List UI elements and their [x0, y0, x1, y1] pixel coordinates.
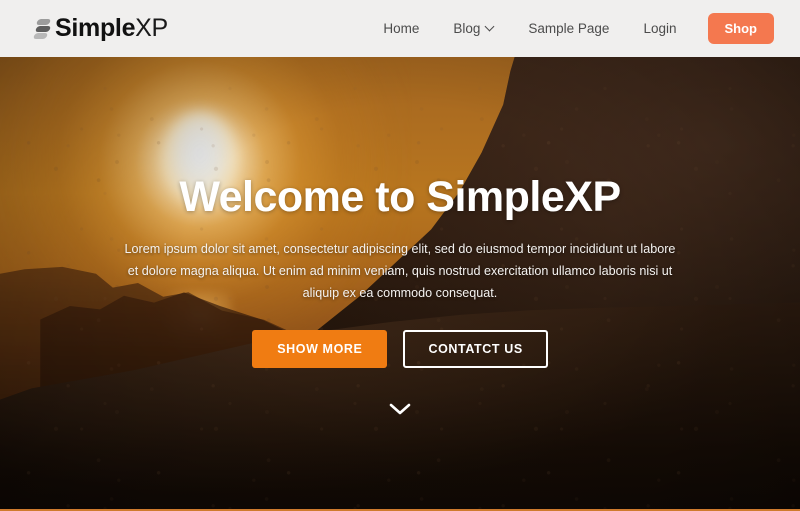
show-more-button[interactable]: SHOW MORE — [252, 330, 388, 369]
nav-item-sample-page[interactable]: Sample Page — [511, 15, 626, 42]
hero-title: Welcome to SimpleXP — [179, 173, 621, 221]
nav-item-blog-label: Blog — [453, 21, 481, 36]
nav-item-home-label: Home — [383, 21, 420, 36]
shop-button[interactable]: Shop — [707, 13, 774, 44]
hero-subtitle: Lorem ipsum dolor sit amet, consectetur … — [124, 242, 676, 300]
chevron-down-icon — [486, 23, 494, 31]
hero-section: Welcome to SimpleXP Lorem ipsum dolor si… — [0, 57, 800, 511]
nav-item-blog[interactable]: Blog — [436, 15, 511, 42]
site-header: SimpleXP Home Blog Sample Page Login Sho… — [0, 0, 800, 57]
brand-text: SimpleXP — [55, 16, 168, 41]
chevron-down-icon — [389, 403, 411, 415]
stacked-bars-logo-icon — [32, 16, 52, 42]
scroll-down-button[interactable] — [387, 401, 413, 417]
contact-us-button[interactable]: CONTATCT US — [403, 330, 548, 369]
nav-item-login-label: Login — [643, 21, 677, 36]
page-root: SimpleXP Home Blog Sample Page Login Sho… — [0, 0, 800, 511]
nav-item-login[interactable]: Login — [626, 15, 693, 42]
nav-item-home[interactable]: Home — [366, 15, 436, 42]
hero-action-buttons: SHOW MORE CONTATCT US — [252, 330, 548, 369]
main-navigation: Home Blog Sample Page Login Shop — [366, 13, 774, 44]
brand-name-bold: Simple — [55, 14, 136, 42]
nav-item-sample-page-label: Sample Page — [528, 21, 610, 36]
brand-name-light: XP — [135, 14, 168, 42]
hero-content: Welcome to SimpleXP Lorem ipsum dolor si… — [0, 57, 800, 511]
brand-logo-link[interactable]: SimpleXP — [32, 16, 168, 42]
